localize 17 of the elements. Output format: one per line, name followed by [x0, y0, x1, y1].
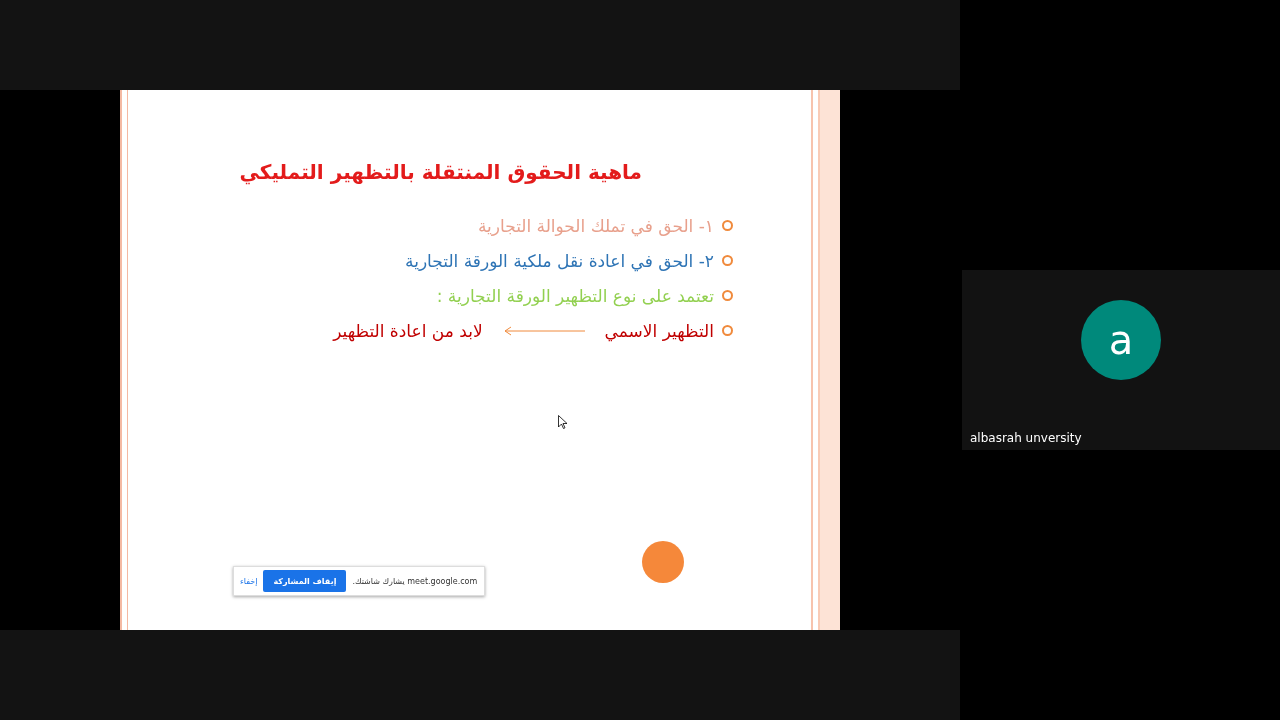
sharing-message: meet.google.com يشارك شاشتك.	[352, 576, 478, 586]
participant-name: albasrah unversity	[970, 431, 1082, 445]
mouse-pointer-icon	[558, 415, 568, 429]
bullet-text: تعتمد على نوع التظهير الورقة التجارية :	[436, 285, 714, 306]
bullet-icon	[722, 220, 733, 231]
bullet-text: لابد من اعادة التظهير	[333, 320, 483, 341]
stop-sharing-button[interactable]: إيقاف المشاركة	[263, 570, 347, 592]
arrow-icon	[502, 325, 585, 336]
bullet-icon	[722, 325, 733, 336]
bullet-icon	[722, 255, 733, 266]
bullet-icon	[722, 290, 733, 301]
hide-link[interactable]: إخفاء	[240, 576, 258, 586]
participant-avatar: a	[1081, 300, 1161, 380]
bullet-text: التظهير الاسمي	[604, 320, 714, 341]
slide-title: ماهية الحقوق المنتقلة بالتظهير التمليكي	[239, 160, 642, 184]
bullet-text: ٢- الحق في اعادة نقل ملكية الورقة التجارية	[405, 250, 714, 271]
bullet-text: ١- الحق في تملك الحوالة التجارية	[477, 215, 714, 236]
